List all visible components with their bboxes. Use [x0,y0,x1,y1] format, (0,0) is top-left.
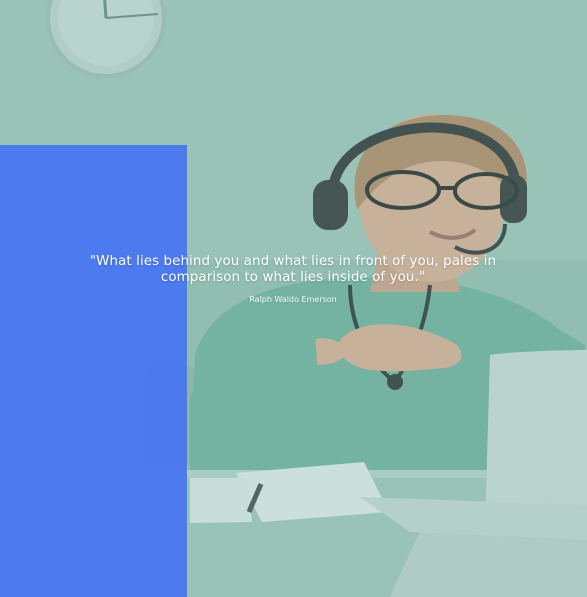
quote-author: Ralph Waldo Emerson [249,295,337,304]
quote-text: "What lies behind you and what lies in f… [89,254,497,285]
accent-panel [0,145,187,597]
hero-section: "What lies behind you and what lies in f… [0,0,587,597]
quote-block: "What lies behind you and what lies in f… [60,254,526,305]
